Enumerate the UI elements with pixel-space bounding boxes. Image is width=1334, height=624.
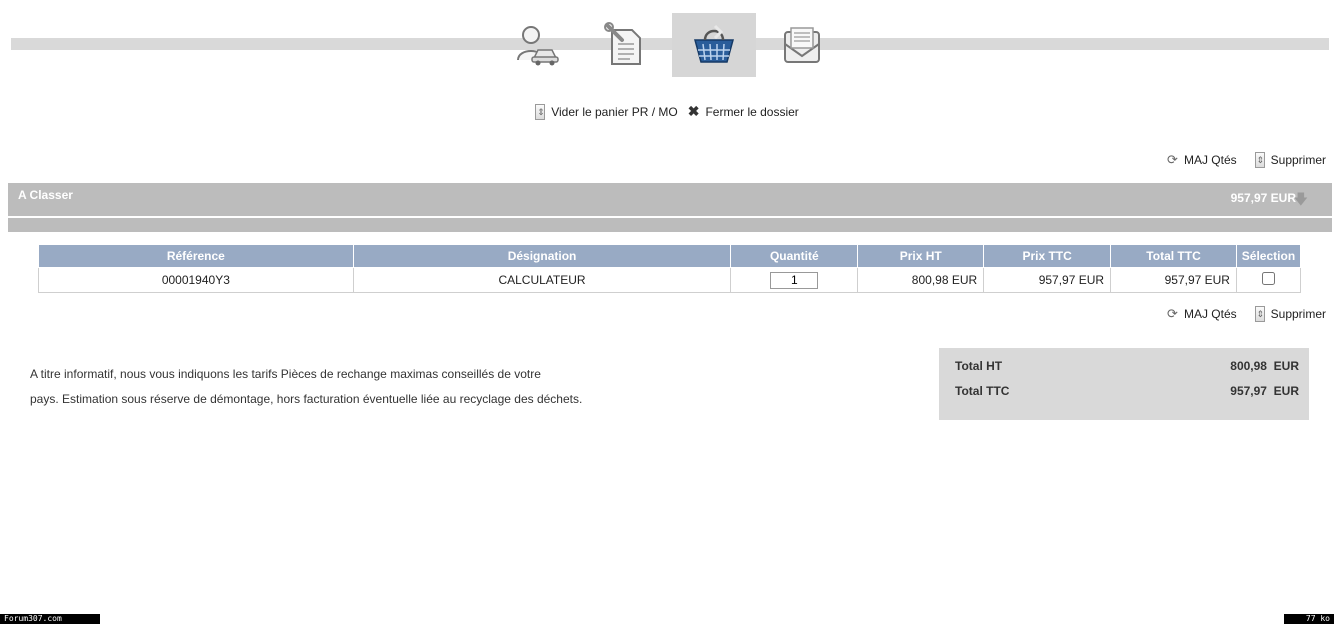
header-total-ttc: Total TTC xyxy=(1110,244,1237,268)
delete-button[interactable]: Supprimer xyxy=(1254,152,1326,168)
header-designation: Désignation xyxy=(352,244,732,268)
group-subbar xyxy=(8,218,1332,232)
bin-icon xyxy=(1254,306,1265,322)
info-text: A titre informatif, nous vous indiquons … xyxy=(30,362,630,412)
totals-box: Total HT 800,98 EUR Total TTC 957,97 EUR xyxy=(939,348,1309,420)
info-line-2: pays. Estimation sous réserve de démonta… xyxy=(30,392,583,406)
step-client-vehicle[interactable] xyxy=(495,13,579,77)
top-actions: Vider le panier PR / MO ✖ Fermer le doss… xyxy=(0,103,1334,120)
total-ttc-amount: 957,97 EUR xyxy=(1230,384,1299,398)
cell-designation: CALCULATEUR xyxy=(352,267,732,293)
group-total: 957,97 EUR xyxy=(1230,191,1296,205)
header-price-ttc: Prix TTC xyxy=(983,244,1112,268)
header-price-ht: Prix HT xyxy=(857,244,985,268)
delete-label: Supprimer xyxy=(1270,153,1326,167)
refresh-icon: ⟳ xyxy=(1167,306,1178,321)
delete-label: Supprimer xyxy=(1270,307,1326,321)
row-select-checkbox[interactable] xyxy=(1261,272,1275,285)
step-documents[interactable] xyxy=(583,13,667,77)
cell-quantity xyxy=(730,267,859,293)
empty-cart-button[interactable]: Vider le panier PR / MO xyxy=(535,103,678,120)
total-ttc-currency: EUR xyxy=(1273,384,1299,398)
parts-table: Référence Désignation Quantité Prix HT P… xyxy=(38,244,1302,293)
total-ttc-label: Total TTC xyxy=(955,384,1010,398)
total-ht-label: Total HT xyxy=(955,359,1003,373)
cell-price-ht: 800,98 EUR xyxy=(857,267,985,293)
close-icon: ✖ xyxy=(687,103,700,119)
total-ht-value: 800,98 xyxy=(1230,359,1267,373)
quantity-input[interactable] xyxy=(770,271,819,289)
delete-button[interactable]: Supprimer xyxy=(1254,306,1326,322)
cell-total-ttc: 957,97 EUR xyxy=(1110,267,1237,293)
mail-icon xyxy=(784,27,820,63)
total-ttc-value: 957,97 xyxy=(1230,384,1267,398)
total-ttc-row: Total TTC 957,97 EUR xyxy=(955,384,1299,398)
footer-size-right: 77 ko xyxy=(1284,614,1334,624)
client-vehicle-icon xyxy=(517,26,559,66)
update-qty-label: MAJ Qtés xyxy=(1183,307,1237,321)
documents-icon xyxy=(604,22,641,65)
total-ht-currency: EUR xyxy=(1273,359,1299,373)
update-qty-label: MAJ Qtés xyxy=(1183,153,1237,167)
table-header-row: Référence Désignation Quantité Prix HT P… xyxy=(38,244,1302,268)
cell-reference: 00001940Y3 xyxy=(38,267,354,293)
total-ht-amount: 800,98 EUR xyxy=(1230,359,1299,373)
header-reference: Référence xyxy=(38,244,354,268)
bin-icon xyxy=(535,103,546,120)
footer-watermark-left: Forum307.com xyxy=(0,614,100,624)
group-header[interactable]: A Classer 957,97 EUR 🡇 xyxy=(8,183,1332,216)
info-line-1: A titre informatif, nous vous indiquons … xyxy=(30,367,541,381)
close-folder-button[interactable]: ✖ Fermer le dossier xyxy=(688,103,799,120)
refresh-icon: ⟳ xyxy=(1167,152,1178,167)
shopping-basket-icon xyxy=(694,24,734,63)
arrow-down-icon[interactable]: 🡇 xyxy=(1294,189,1308,213)
empty-cart-label: Vider le panier PR / MO xyxy=(551,104,678,119)
bin-icon xyxy=(1254,152,1265,168)
toolbar-top: ⟳ MAJ Qtés Supprimer xyxy=(1167,152,1326,168)
header-selection: Sélection xyxy=(1235,244,1302,268)
group-title: A Classer xyxy=(18,188,73,202)
cell-selection xyxy=(1235,267,1302,293)
close-folder-label: Fermer le dossier xyxy=(705,104,799,119)
update-qty-button[interactable]: ⟳ MAJ Qtés xyxy=(1167,152,1237,168)
header-quantity: Quantité xyxy=(730,244,859,268)
step-cart[interactable] xyxy=(672,13,756,77)
toolbar-bottom: ⟳ MAJ Qtés Supprimer xyxy=(1167,306,1326,322)
step-progress-line xyxy=(11,38,1329,50)
total-ht-row: Total HT 800,98 EUR xyxy=(955,359,1299,373)
step-mail[interactable] xyxy=(760,13,844,77)
cell-price-ttc: 957,97 EUR xyxy=(983,267,1112,293)
update-qty-button[interactable]: ⟳ MAJ Qtés xyxy=(1167,306,1237,322)
table-row: 00001940Y3 CALCULATEUR 800,98 EUR 957,97… xyxy=(38,267,1302,293)
